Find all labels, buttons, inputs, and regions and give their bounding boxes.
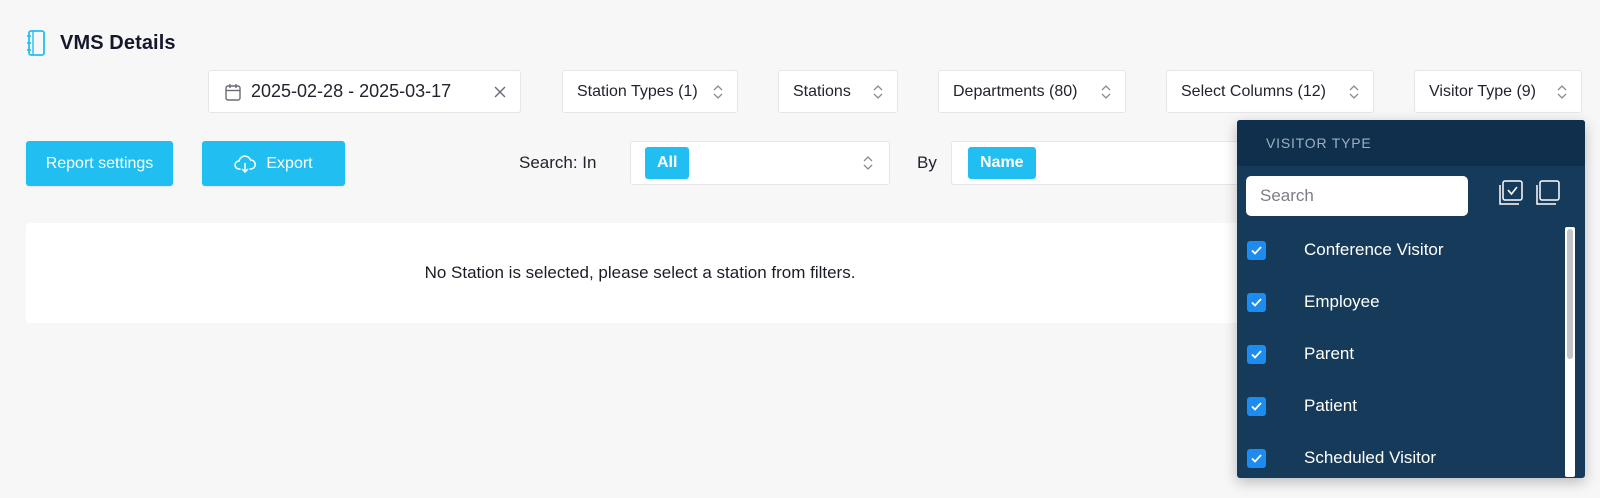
list-item-label: Parent: [1304, 344, 1355, 363]
list-item[interactable]: Parent: [1237, 328, 1563, 380]
scrollbar-thumb[interactable]: [1567, 229, 1573, 359]
page: VMS Details 2025-02-28 - 2025-03-17 Stat…: [0, 0, 1600, 498]
page-header: VMS Details: [26, 30, 176, 56]
search-in-chip[interactable]: All: [645, 147, 690, 179]
search-by-chip[interactable]: Name: [968, 147, 1036, 179]
list-item[interactable]: Employee: [1237, 276, 1563, 328]
chevron-updown-icon: [1091, 84, 1111, 100]
report-settings-button[interactable]: Report settings: [26, 141, 173, 186]
departments-label: Departments (80): [953, 82, 1078, 100]
list-item-label: Scheduled Visitor: [1304, 448, 1436, 467]
select-columns-filter[interactable]: Select Columns (12): [1166, 70, 1374, 113]
select-all-icon[interactable]: [1498, 180, 1524, 206]
checkbox-checked-icon[interactable]: [1247, 292, 1266, 312]
search-in-select[interactable]: All: [630, 141, 890, 185]
notebook-icon: [26, 30, 46, 56]
list-item[interactable]: Scheduled Visitor: [1237, 432, 1563, 478]
checkbox-checked-icon[interactable]: [1247, 396, 1266, 416]
chevron-updown-icon: [1547, 84, 1567, 100]
list-item[interactable]: Patient: [1237, 380, 1563, 432]
chevron-updown-icon: [863, 155, 873, 171]
checkbox-checked-icon[interactable]: [1247, 448, 1266, 468]
list-item-label: Conference Visitor: [1304, 240, 1444, 259]
visitor-type-filter[interactable]: Visitor Type (9): [1414, 70, 1582, 113]
report-content-panel: No Station is selected, please select a …: [26, 223, 1240, 323]
checkbox-checked-icon[interactable]: [1247, 344, 1266, 364]
stations-label: Stations: [793, 82, 851, 100]
date-range-value: 2025-02-28 - 2025-03-17: [251, 81, 452, 101]
chevron-updown-icon: [863, 84, 883, 100]
select-columns-label: Select Columns (12): [1181, 82, 1326, 100]
chevron-updown-icon: [703, 84, 723, 100]
departments-filter[interactable]: Departments (80): [938, 70, 1126, 113]
export-label: Export: [266, 154, 313, 172]
chevron-updown-icon: [1339, 84, 1359, 100]
search-in-label: Search: In: [519, 153, 597, 172]
stations-filter[interactable]: Stations: [778, 70, 898, 113]
visitor-type-dropdown: VISITOR TYPE C: [1237, 120, 1585, 478]
dropdown-header: VISITOR TYPE: [1237, 120, 1585, 166]
by-label: By: [917, 153, 937, 172]
report-settings-label: Report settings: [45, 154, 154, 172]
dropdown-search-input[interactable]: [1246, 176, 1468, 216]
checkbox-checked-icon[interactable]: [1247, 240, 1266, 260]
station-types-label: Station Types (1): [577, 82, 698, 100]
close-icon[interactable]: [494, 86, 506, 98]
empty-state-message: No Station is selected, please select a …: [424, 263, 856, 282]
station-types-filter[interactable]: Station Types (1): [562, 70, 738, 113]
list-item[interactable]: Conference Visitor: [1237, 224, 1563, 276]
calendar-icon: [225, 83, 241, 101]
dropdown-toolbar: [1237, 166, 1585, 224]
visitor-type-label: Visitor Type (9): [1429, 82, 1537, 100]
page-title: VMS Details: [60, 31, 176, 54]
export-button[interactable]: Export: [202, 141, 345, 186]
date-range-filter[interactable]: 2025-02-28 - 2025-03-17: [208, 70, 521, 113]
cloud-download-icon: [234, 154, 257, 173]
dropdown-scrollbar[interactable]: [1565, 227, 1575, 477]
list-item-label: Employee: [1304, 292, 1380, 311]
visitor-type-list: Conference Visitor Employee Parent Patie…: [1237, 224, 1563, 478]
list-item-label: Patient: [1304, 396, 1357, 415]
deselect-all-icon[interactable]: [1535, 180, 1561, 206]
search-by-select[interactable]: Name: [951, 141, 1241, 185]
